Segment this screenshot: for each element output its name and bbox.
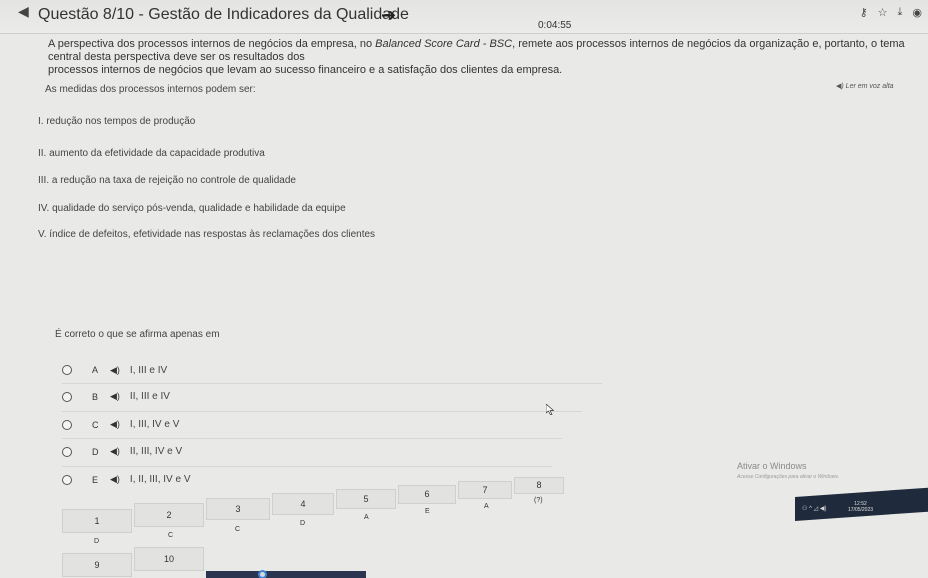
radio-b[interactable] xyxy=(62,391,72,402)
nav-number: 4 xyxy=(300,499,306,509)
nav-answer-8: (?) xyxy=(534,497,543,504)
option-text: I, III e IV xyxy=(129,364,168,376)
speaker-icon[interactable]: ◀) xyxy=(110,391,120,402)
network-icon[interactable]: ◿ xyxy=(814,506,819,512)
statement-2: II. aumento da efetividade da capacidade… xyxy=(38,148,265,159)
nav-number: 3 xyxy=(235,504,241,514)
statement-3: III. a redução na taxa de rejeição no co… xyxy=(38,175,296,186)
radio-e[interactable] xyxy=(62,474,72,485)
answer-prompt: É correto o que se afirma apenas em xyxy=(55,329,220,340)
profile-icon[interactable]: ◉ xyxy=(912,6,922,19)
option-c[interactable]: C ◀) I, III, IV e V xyxy=(62,411,582,437)
nav-answer-5: A xyxy=(364,514,369,521)
nav-question-6[interactable]: 6 xyxy=(398,485,456,504)
statement-5: V. índice de defeitos, efetividade nas r… xyxy=(38,229,376,240)
speaker-icon[interactable]: ◀) xyxy=(110,474,120,485)
nav-question-5[interactable]: 5 xyxy=(336,489,396,509)
nav-question-9[interactable]: 9 xyxy=(62,553,132,577)
statement-1: I. redução nos tempos de produção xyxy=(38,116,196,127)
nav-number: 5 xyxy=(363,494,369,504)
key-icon[interactable]: ⚷ xyxy=(860,6,868,19)
nav-answer-4: D xyxy=(300,520,306,527)
chevron-up-icon[interactable]: ^ xyxy=(809,506,812,512)
windows-activation-subtitle: Acesse Configurações para ativar o Windo… xyxy=(737,474,840,480)
nav-number: 10 xyxy=(163,554,174,564)
option-letter: C xyxy=(92,419,99,430)
question-title: Questão 8/10 - Gestão de Indicadores da … xyxy=(38,6,409,23)
option-letter: D xyxy=(92,446,99,457)
option-letter: B xyxy=(92,391,99,402)
nav-question-1[interactable]: 1 xyxy=(62,509,132,533)
nav-number: 7 xyxy=(482,485,488,495)
chrome-taskbar-icon[interactable] xyxy=(258,570,267,578)
option-text: I, III, IV e V xyxy=(129,419,180,430)
nav-answer-2: C xyxy=(168,532,174,539)
measures-label: As medidas dos processos internos podem … xyxy=(45,84,256,95)
nav-question-8[interactable]: 8 xyxy=(514,477,564,494)
taskbar-clock[interactable]: 12:52 17/05/2023 xyxy=(848,501,873,513)
radio-a[interactable] xyxy=(62,365,72,375)
nav-answer-1: D xyxy=(94,538,100,545)
option-b[interactable]: B ◀) II, III e IV xyxy=(62,383,602,409)
paragraph-line1-emphasis: Balanced Score Card - BSC xyxy=(375,38,513,50)
nav-number: 9 xyxy=(94,560,100,570)
header-bar: ◀ Questão 8/10 - Gestão de Indicadores d… xyxy=(0,0,928,34)
nav-question-7[interactable]: 7 xyxy=(458,481,512,499)
system-tray: ⚇ ^ ◿ ◀) xyxy=(802,505,826,512)
nav-answer-7: A xyxy=(484,503,489,510)
nav-answer-3: C xyxy=(235,526,241,533)
speaker-icon[interactable]: ◀) xyxy=(110,446,120,457)
radio-c[interactable] xyxy=(62,419,72,430)
paragraph-line2: processos internos de negócios que levam… xyxy=(48,64,563,76)
nav-question-3[interactable]: 3 xyxy=(206,498,270,520)
screen: ◀ Questão 8/10 - Gestão de Indicadores d… xyxy=(0,0,928,578)
nav-number: 8 xyxy=(536,480,542,490)
statement-4: IV. qualidade do serviço pós-venda, qual… xyxy=(38,203,346,214)
option-d[interactable]: D ◀) II, III, IV e V xyxy=(62,438,562,464)
timer: 0:04:55 xyxy=(538,20,572,31)
user-icon[interactable]: ⚇ xyxy=(802,506,807,512)
star-icon[interactable]: ☆ xyxy=(878,6,888,19)
nav-answer-6: E xyxy=(425,508,430,515)
clock-date: 17/05/2023 xyxy=(848,507,874,513)
nav-number: 2 xyxy=(166,510,172,520)
speaker-icon[interactable]: ◀) xyxy=(110,365,120,376)
nav-question-10[interactable]: 10 xyxy=(134,547,204,571)
browser-toolbar-icons: ⚷ ☆ ⤓ ◉ xyxy=(860,6,922,19)
option-letter: A xyxy=(92,365,99,375)
download-icon[interactable]: ⤓ xyxy=(898,6,903,19)
nav-question-2[interactable]: 2 xyxy=(134,503,204,527)
nav-number: 6 xyxy=(424,489,430,499)
radio-d[interactable] xyxy=(62,446,72,457)
option-a[interactable]: A ◀) I, III e IV xyxy=(62,357,622,383)
nav-number: 1 xyxy=(94,516,100,526)
paragraph-line1-start: A perspectiva dos processos internos de … xyxy=(48,38,376,50)
bottom-taskbar-strip xyxy=(206,571,366,578)
next-question-arrow-icon[interactable]: ➔ xyxy=(381,5,396,26)
nav-question-4[interactable]: 4 xyxy=(272,493,334,515)
volume-icon[interactable]: ◀) xyxy=(820,506,827,512)
speaker-icon: ◀) xyxy=(836,83,844,90)
option-text: II, III e IV xyxy=(129,391,170,402)
option-text: II, III, IV e V xyxy=(129,446,183,457)
speaker-icon[interactable]: ◀) xyxy=(110,419,120,430)
read-aloud-button[interactable]: ◀) Ler em voz alta xyxy=(836,82,894,90)
windows-activation-title: Ativar o Windows xyxy=(737,461,807,471)
mouse-cursor-icon xyxy=(546,404,554,415)
option-letter: E xyxy=(92,474,99,485)
question-paragraph: A perspectiva dos processos internos de … xyxy=(48,38,928,77)
option-text: I, II, III, IV e V xyxy=(129,474,191,485)
read-aloud-label: Ler em voz alta xyxy=(845,83,894,90)
back-arrow-icon[interactable]: ◀ xyxy=(18,3,29,20)
